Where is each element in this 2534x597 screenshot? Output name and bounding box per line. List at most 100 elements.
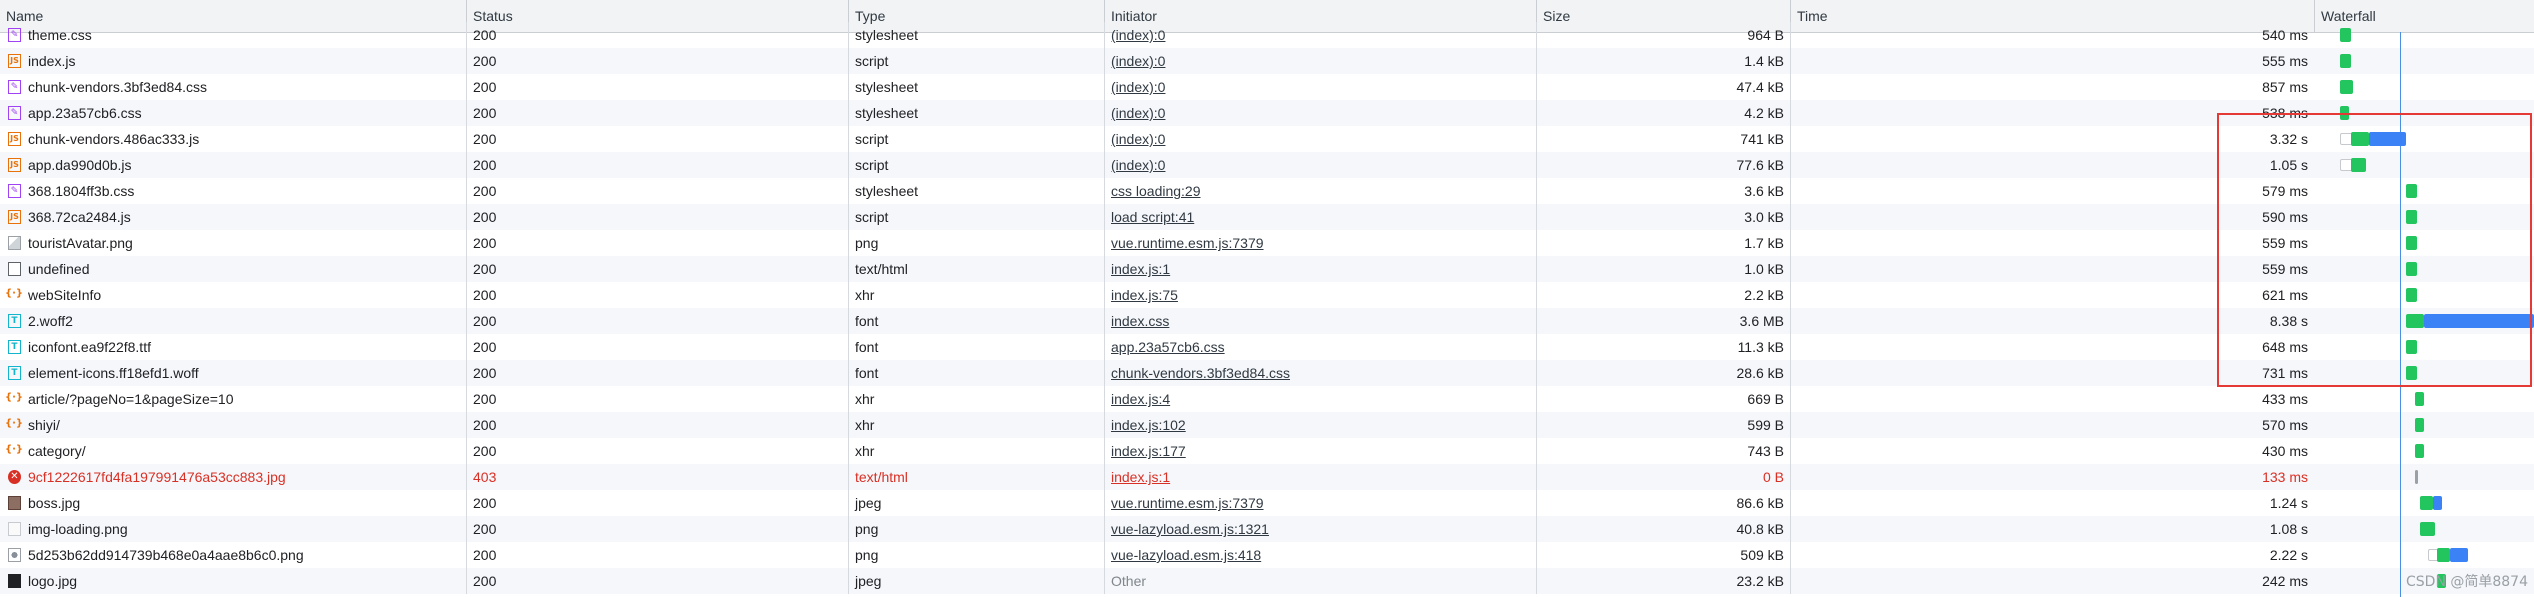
table-row[interactable]: {·} webSiteInfo 200 xhr index.js:75 2.2 kB 621… xyxy=(0,282,2534,308)
name-text: app.23a57cb6.css xyxy=(28,105,142,121)
waterfall-ttfb-bar[interactable] xyxy=(2415,418,2424,432)
cell-size: 28.6 kB xyxy=(1536,360,1790,386)
table-row[interactable]: JS 368.72ca2484.js 200 script load script:41… xyxy=(0,204,2534,230)
initiator-text[interactable]: vue.runtime.esm.js:7379 xyxy=(1111,235,1264,251)
initiator-text[interactable]: css loading:29 xyxy=(1111,183,1201,199)
cell-initiator[interactable]: (index):0 xyxy=(1104,152,1536,178)
initiator-text[interactable]: (index):0 xyxy=(1111,79,1165,95)
initiator-text[interactable]: (index):0 xyxy=(1111,131,1165,147)
initiator-text[interactable]: index.js:1 xyxy=(1111,261,1170,277)
cell-initiator[interactable]: index.js:4 xyxy=(1104,386,1536,412)
waterfall-ttfb-bar[interactable] xyxy=(2406,366,2417,380)
table-row[interactable]: ✎ app.23a57cb6.css 200 stylesheet (index):0 4… xyxy=(0,100,2534,126)
cell-status: 200 xyxy=(466,100,848,126)
initiator-text[interactable]: chunk-vendors.3bf3ed84.css xyxy=(1111,365,1290,381)
initiator-text[interactable]: (index):0 xyxy=(1111,157,1165,173)
waterfall-ttfb-bar[interactable] xyxy=(2406,210,2417,224)
initiator-text[interactable]: vue-lazyload.esm.js:1321 xyxy=(1111,521,1269,537)
cell-initiator[interactable]: index.js:1 xyxy=(1104,256,1536,282)
table-row[interactable]: JS chunk-vendors.486ac333.js 200 script (ind… xyxy=(0,126,2534,152)
table-row[interactable]: JS app.da990d0b.js 200 script (index):0 77.6 … xyxy=(0,152,2534,178)
table-row[interactable]: ✕ 9cf1222617fd4fa197991476a53cc883.jpg 403… xyxy=(0,464,2534,490)
cell-initiator[interactable]: index.js:177 xyxy=(1104,438,1536,464)
waterfall-ttfb-bar[interactable] xyxy=(2420,496,2433,510)
initiator-text[interactable]: index.js:1 xyxy=(1111,469,1170,485)
waterfall-ttfb-bar[interactable] xyxy=(2406,236,2417,250)
table-row[interactable]: undefined 200 text/html index.js:1 1.0 kB 559… xyxy=(0,256,2534,282)
waterfall-ttfb-bar[interactable] xyxy=(2351,158,2366,172)
cell-initiator[interactable]: index.css xyxy=(1104,308,1536,334)
table-row[interactable]: img-loading.png 200 png vue-lazyload.esm.js… xyxy=(0,516,2534,542)
waterfall-ttfb-bar[interactable] xyxy=(2351,132,2369,146)
initiator-text[interactable]: vue.runtime.esm.js:7379 xyxy=(1111,495,1264,511)
initiator-text[interactable]: (index):0 xyxy=(1111,53,1165,69)
waterfall-ttfb-bar[interactable] xyxy=(2415,392,2424,406)
cell-size: 964 B xyxy=(1536,22,1790,48)
waterfall-ttfb-bar[interactable] xyxy=(2406,184,2417,198)
time-text: 590 ms xyxy=(2262,209,2308,225)
cell-initiator[interactable]: Other xyxy=(1104,568,1536,594)
table-row[interactable]: 5d253b62dd914739b468e0a4aae8b6c0.png 200 p… xyxy=(0,542,2534,568)
initiator-text[interactable]: (index):0 xyxy=(1111,105,1165,121)
initiator-text[interactable]: (index):0 xyxy=(1111,27,1165,43)
initiator-text[interactable]: index.js:4 xyxy=(1111,391,1170,407)
waterfall-ttfb-bar[interactable] xyxy=(2406,314,2424,328)
initiator-text[interactable]: index.js:75 xyxy=(1111,287,1178,303)
table-row[interactable]: T 2.woff2 200 font index.css 3.6 MB 8.38 s xyxy=(0,308,2534,334)
table-row[interactable]: touristAvatar.png 200 png vue.runtime.esm.j… xyxy=(0,230,2534,256)
cell-initiator[interactable]: chunk-vendors.3bf3ed84.css xyxy=(1104,360,1536,386)
cell-initiator[interactable]: (index):0 xyxy=(1104,22,1536,48)
waterfall-ttfb-bar[interactable] xyxy=(2340,106,2349,120)
waterfall-download-bar[interactable] xyxy=(2424,314,2534,328)
table-row[interactable]: boss.jpg 200 jpeg vue.runtime.esm.js:7379 86… xyxy=(0,490,2534,516)
waterfall-ttfb-bar[interactable] xyxy=(2420,522,2435,536)
cell-initiator[interactable]: vue-lazyload.esm.js:418 xyxy=(1104,542,1536,568)
table-row[interactable]: {·} article/?pageNo=1&pageSize=10 200 xhr in… xyxy=(0,386,2534,412)
initiator-text[interactable]: vue-lazyload.esm.js:418 xyxy=(1111,547,1261,563)
cell-size: 47.4 kB xyxy=(1536,74,1790,100)
table-row[interactable]: {·} category/200 xhr index.js:177 743 B 430 m… xyxy=(0,438,2534,464)
cell-initiator[interactable]: css loading:29 xyxy=(1104,178,1536,204)
initiator-text[interactable]: index.css xyxy=(1111,313,1169,329)
waterfall-ttfb-bar[interactable] xyxy=(2406,340,2417,354)
table-row[interactable]: Telement-icons.ff18efd1.woff 200 font chunk… xyxy=(0,360,2534,386)
waterfall-ttfb-bar[interactable] xyxy=(2415,444,2424,458)
cell-initiator[interactable]: load script:41 xyxy=(1104,204,1536,230)
initiator-text[interactable]: Other xyxy=(1111,573,1146,589)
cell-status: 200 xyxy=(466,334,848,360)
waterfall-ttfb-bar[interactable] xyxy=(2340,28,2351,42)
initiator-text[interactable]: load script:41 xyxy=(1111,209,1194,225)
cell-initiator[interactable]: (index):0 xyxy=(1104,100,1536,126)
cell-initiator[interactable]: (index):0 xyxy=(1104,74,1536,100)
cell-initiator[interactable]: vue-lazyload.esm.js:1321 xyxy=(1104,516,1536,542)
waterfall-download-bar[interactable] xyxy=(2433,496,2442,510)
cell-initiator[interactable]: (index):0 xyxy=(1104,126,1536,152)
table-row[interactable]: {·} shiyi/200 xhr index.js:102 599 B 570 ms xyxy=(0,412,2534,438)
waterfall-ttfb-bar[interactable] xyxy=(2437,548,2450,562)
cell-initiator[interactable]: (index):0 xyxy=(1104,48,1536,74)
cell-initiator[interactable]: app.23a57cb6.css xyxy=(1104,334,1536,360)
size-text: 47.4 kB xyxy=(1736,79,1784,95)
waterfall-ttfb-bar[interactable] xyxy=(2340,80,2353,94)
table-row[interactable]: Ticonfont.ea9f22f8.ttf 200 font app.23a57cb… xyxy=(0,334,2534,360)
waterfall-download-bar[interactable] xyxy=(2369,132,2406,146)
table-row[interactable]: ✎ theme.css 200 stylesheet (index):0 964 B 540… xyxy=(0,22,2534,48)
initiator-text[interactable]: app.23a57cb6.css xyxy=(1111,339,1225,355)
waterfall-ttfb-bar[interactable] xyxy=(2415,470,2418,484)
waterfall-ttfb-bar[interactable] xyxy=(2406,262,2417,276)
cell-initiator[interactable]: vue.runtime.esm.js:7379 xyxy=(1104,490,1536,516)
cell-initiator[interactable]: index.js:102 xyxy=(1104,412,1536,438)
cell-initiator[interactable]: vue.runtime.esm.js:7379 xyxy=(1104,230,1536,256)
table-row[interactable]: ✎ 368.1804ff3b.css 200 stylesheet css loadin… xyxy=(0,178,2534,204)
table-row[interactable]: JS index.js 200 script (index):0 1.4 kB 555 ms xyxy=(0,48,2534,74)
waterfall-ttfb-bar[interactable] xyxy=(2340,54,2351,68)
initiator-text[interactable]: index.js:177 xyxy=(1111,443,1186,459)
waterfall-ttfb-bar[interactable] xyxy=(2406,288,2417,302)
table-row[interactable]: logo.jpg 200 jpeg Other 23.2 kB 242 ms xyxy=(0,568,2534,594)
waterfall-download-bar[interactable] xyxy=(2450,548,2468,562)
cell-initiator[interactable]: index.js:1 xyxy=(1104,464,1536,490)
initiator-text[interactable]: index.js:102 xyxy=(1111,417,1186,433)
cell-initiator[interactable]: index.js:75 xyxy=(1104,282,1536,308)
table-row[interactable]: ✎ chunk-vendors.3bf3ed84.css 200 stylesheet… xyxy=(0,74,2534,100)
size-text: 11.3 kB xyxy=(1737,339,1784,355)
